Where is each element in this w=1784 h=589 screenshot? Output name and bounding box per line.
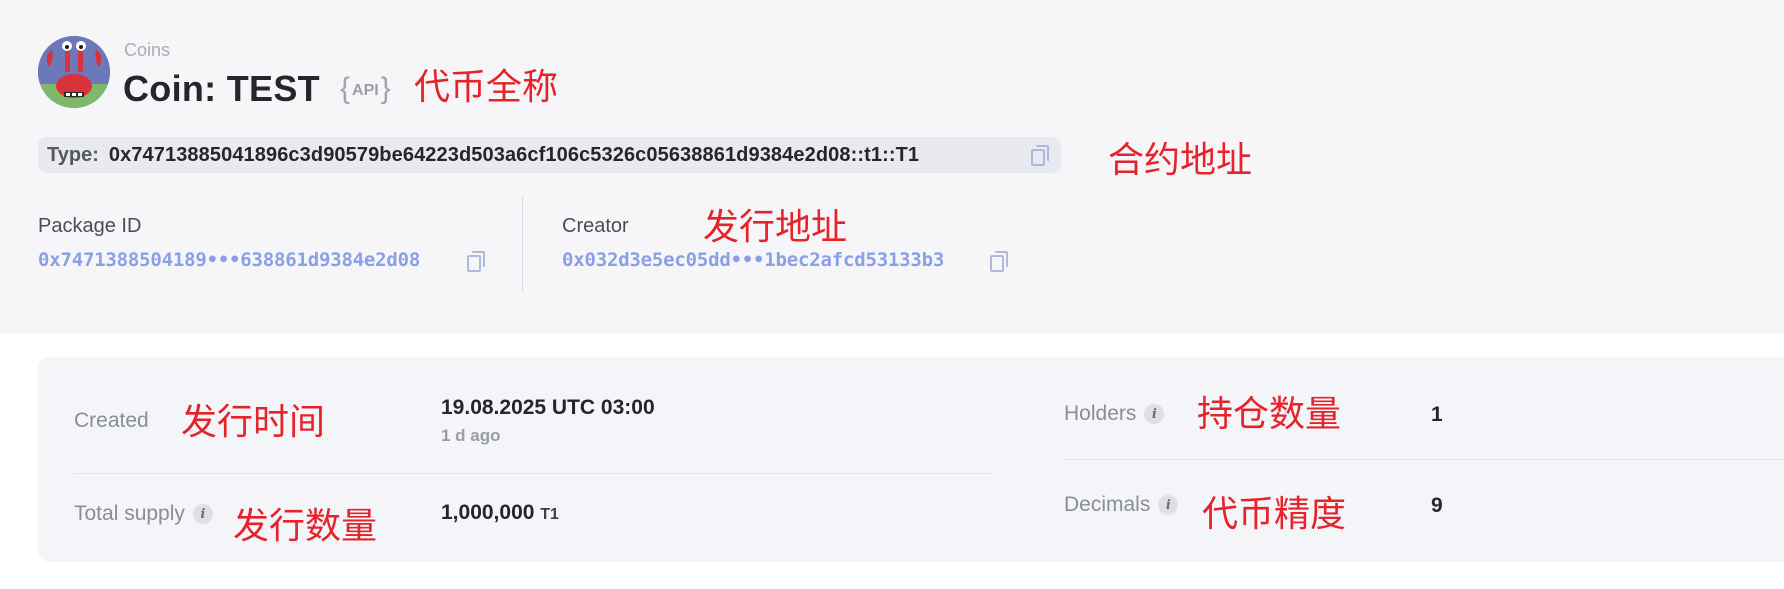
total-supply-label: Total supply i: [74, 502, 213, 526]
breadcrumb[interactable]: Coins: [124, 40, 170, 61]
type-bar: Type: 0x74713885041896c3d90579be64223d50…: [38, 137, 1061, 173]
annotation-issue-amount: 发行数量: [233, 506, 378, 547]
crab-character-avatar-icon: [38, 36, 110, 108]
copy-creator-icon[interactable]: [990, 251, 1008, 272]
info-icon[interactable]: i: [1144, 404, 1165, 424]
api-brace-open: {: [340, 72, 351, 105]
annotation-full-name: 代币全称: [414, 67, 559, 108]
package-id-label: Package ID: [38, 215, 142, 237]
annotation-precision: 代币精度: [1202, 494, 1347, 535]
created-ago: 1 d ago: [441, 426, 501, 445]
api-link[interactable]: { API }: [340, 74, 391, 104]
type-label: Type:: [47, 143, 99, 166]
annotation-holders-count: 持仓数量: [1197, 394, 1342, 435]
total-supply-unit: T1: [540, 506, 559, 523]
holders-value: 1: [1431, 403, 1443, 426]
package-id-link[interactable]: 0x7471388504189•••638861d9384e2d08: [38, 249, 420, 271]
holders-label-text: Holders: [1064, 402, 1137, 425]
api-label: API: [352, 82, 379, 99]
coin-avatar: [38, 36, 110, 108]
stats-divider-right: [1064, 459, 1784, 460]
total-supply-number: 1,000,000: [441, 501, 535, 524]
type-value: 0x74713885041896c3d90579be64223d503a6cf1…: [108, 143, 920, 166]
created-label-text: Created: [74, 409, 149, 432]
info-icon[interactable]: i: [1158, 495, 1179, 515]
copy-package-id-icon[interactable]: [467, 251, 485, 272]
holders-label: Holders i: [1064, 402, 1165, 426]
annotation-contract-address: 合约地址: [1108, 140, 1253, 181]
api-brace-close: }: [380, 72, 391, 105]
stats-divider-left: [74, 473, 992, 474]
decimals-label: Decimals i: [1064, 493, 1179, 517]
page-title: Coin: TEST: [123, 68, 320, 109]
created-value: 19.08.2025 UTC 03:00: [441, 396, 655, 419]
creator-link[interactable]: 0x032d3e5ec05dd•••1bec2afcd53133b3: [562, 249, 944, 271]
creator-label: Creator: [562, 215, 629, 237]
total-supply-value: 1,000,000 T1: [441, 501, 559, 525]
field-divider: [522, 196, 523, 292]
decimals-label-text: Decimals: [1064, 493, 1151, 516]
copy-type-icon[interactable]: [1031, 145, 1049, 166]
info-icon[interactable]: i: [192, 504, 213, 524]
total-supply-label-text: Total supply: [74, 502, 185, 525]
decimals-value: 9: [1431, 494, 1443, 517]
annotation-issue-time: 发行时间: [181, 402, 326, 443]
annotation-issuer-address: 发行地址: [703, 207, 848, 248]
created-label: Created: [74, 409, 149, 433]
